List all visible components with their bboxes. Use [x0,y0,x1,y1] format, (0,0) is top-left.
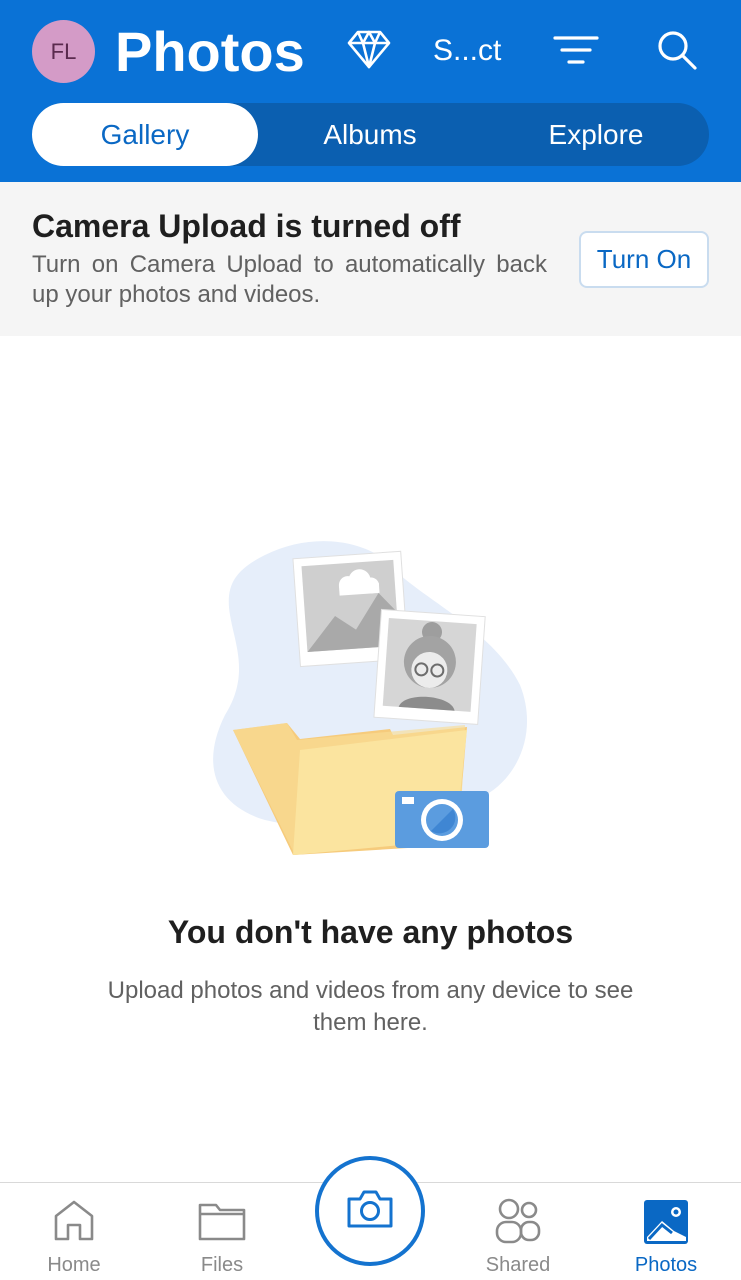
banner-text: Turn on Camera Upload to automatically b… [32,251,547,308]
search-icon[interactable] [655,28,699,72]
folder-icon [198,1197,246,1245]
nav-shared[interactable]: Shared [453,1183,583,1280]
nav-home-label: Home [47,1254,101,1276]
empty-state-title: You don't have any photos [167,914,574,950]
nav-shared-label: Shared [485,1254,551,1276]
nav-photos[interactable]: Photos [601,1183,731,1280]
select-button[interactable]: S...ct [433,30,501,72]
camera-icon [346,1188,394,1235]
camera-button[interactable] [315,1156,425,1266]
app-header: FL Photos S...ct Gallery Albums Explore [0,0,741,182]
tab-explore[interactable]: Explore [483,103,709,166]
people-icon [494,1197,542,1245]
tab-albums[interactable]: Albums [257,103,483,166]
nav-home[interactable]: Home [9,1183,139,1280]
banner-title: Camera Upload is turned off [32,208,461,244]
page-title: Photos [115,20,305,83]
filter-icon[interactable] [552,30,600,70]
empty-photos-illustration [205,535,540,865]
nav-files-label: Files [200,1254,244,1276]
tab-gallery[interactable]: Gallery [32,103,258,166]
photo-icon [642,1197,690,1245]
avatar[interactable]: FL [32,20,95,83]
turn-on-button[interactable]: Turn On [579,231,709,288]
premium-diamond-icon[interactable] [346,26,392,72]
home-icon [50,1197,98,1245]
nav-photos-label: Photos [634,1254,698,1276]
empty-state-text: Upload photos and videos from any device… [107,977,634,1036]
nav-files[interactable]: Files [157,1183,287,1280]
view-tabs: Gallery Albums Explore [32,103,709,166]
camera-upload-banner: Camera Upload is turned off Turn on Came… [0,182,741,336]
